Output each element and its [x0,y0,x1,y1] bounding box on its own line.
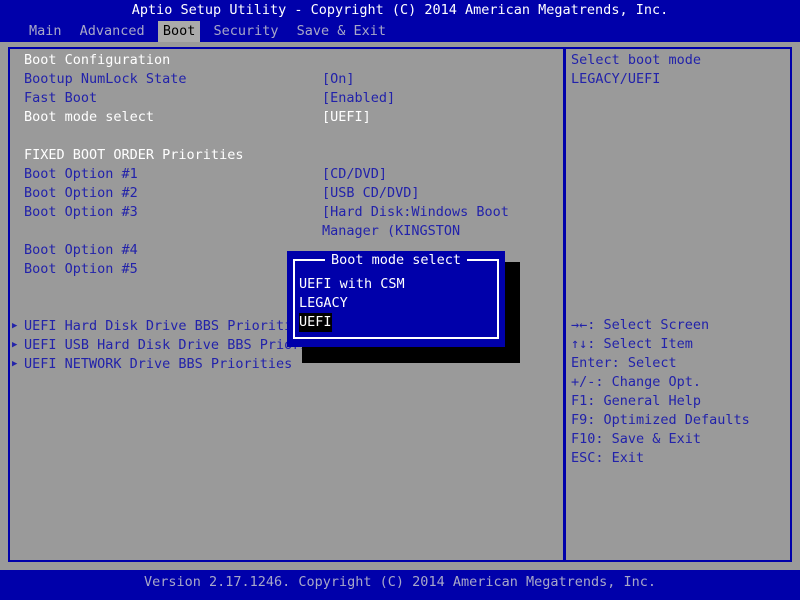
menu-item-boot[interactable]: Boot [157,21,201,42]
dialog-title: Boot mode select [287,251,505,270]
menu-bar: Main Advanced Boot Security Save & Exit [0,21,800,42]
submenu-arrow-icon-2: ▶ [12,359,18,369]
menu-separator [284,23,292,39]
help-key-hint-2: Enter: Select [571,355,677,371]
menu-item-main[interactable]: Main [24,21,67,42]
help-key-hint-6: F10: Save & Exit [571,431,702,447]
submenu-arrow-icon-1: ▶ [12,340,18,350]
dialog-option-uefi[interactable]: UEFI [299,313,332,332]
boot-mode-select-dialog: Boot mode select UEFI with CSM LEGACY UEFI [287,251,505,347]
help-key-hint-3: +/-: Change Opt. [571,374,702,390]
section-header-fixed-boot-order: FIXED BOOT ORDER Priorities [24,147,244,163]
boot-option-value-2[interactable]: [USB CD/DVD] [322,184,420,203]
help-key-hint-5: F9: Optimized Defaults [571,412,750,428]
help-description-line-1: LEGACY/UEFI [571,71,661,87]
app-title: Aptio Setup Utility - Copyright (C) 2014… [0,0,800,21]
submenu-arrow-icon-0: ▶ [12,321,18,331]
bios-setup-screen: Aptio Setup Utility - Copyright (C) 2014… [0,0,800,600]
menu-separator [67,23,75,39]
boot-option-label-1[interactable]: Boot Option #1 [24,165,138,184]
boot-option-value-cont-3: Manager (KINGSTON [322,223,461,239]
setting-label-0[interactable]: Bootup NumLock State [24,70,187,89]
boot-option-label-4[interactable]: Boot Option #4 [24,241,138,260]
menu-item-save-exit[interactable]: Save & Exit [292,21,391,42]
bbs-priorities-item-0[interactable]: UEFI Hard Disk Drive BBS Priorities [24,317,308,336]
section-header-boot-configuration: Boot Configuration [24,52,171,68]
menu-item-security[interactable]: Security [208,21,283,42]
help-key-hint-1: ↑↓: Select Item [571,336,693,352]
boot-option-value-1[interactable]: [CD/DVD] [322,165,387,184]
panel-divider [563,49,566,560]
dialog-title-text: Boot mode select [324,252,468,268]
dialog-option-uefi-with-csm[interactable]: UEFI with CSM [299,275,405,294]
setting-value-0[interactable]: [On] [322,70,355,89]
version-footer: Version 2.17.1246. Copyright (C) 2014 Am… [0,570,800,600]
boot-option-value-3[interactable]: [Hard Disk:Windows Boot [322,203,509,222]
help-key-hint-7: ESC: Exit [571,450,645,466]
help-key-hint-0: →←: Select Screen [571,317,710,333]
dialog-option-legacy[interactable]: LEGACY [299,294,348,313]
boot-option-label-5[interactable]: Boot Option #5 [24,260,138,279]
help-key-hint-4: F1: General Help [571,393,702,409]
help-description-line-0: Select boot mode [571,52,702,68]
boot-option-label-3[interactable]: Boot Option #3 [24,203,138,222]
help-panel: Select boot mode LEGACY/UEFI →←: Select Sc… [571,51,786,558]
menu-item-advanced[interactable]: Advanced [75,21,150,42]
bbs-priorities-item-2[interactable]: UEFI NETWORK Drive BBS Priorities [24,355,292,374]
boot-option-label-2[interactable]: Boot Option #2 [24,184,138,203]
setting-value-2[interactable]: [UEFI] [322,108,371,127]
menu-separator [200,23,208,39]
setting-label-1[interactable]: Fast Boot [24,89,97,108]
menu-separator [150,23,158,39]
setting-value-1[interactable]: [Enabled] [322,89,395,108]
setting-label-2[interactable]: Boot mode select [24,108,154,127]
